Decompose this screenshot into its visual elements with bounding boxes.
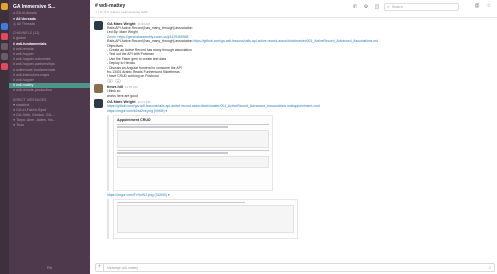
team-name[interactable]: GA Immersive S... xyxy=(9,0,90,10)
emoji-icon[interactable]: ☺ xyxy=(488,265,492,270)
search-input[interactable]: ⌕ Search xyxy=(384,3,459,11)
message-input[interactable]: + Message wdi-mattey ☺ xyxy=(95,263,495,272)
sidebar: GA Immersive S... ● GA-Irl-Amado ≡ All U… xyxy=(9,0,90,274)
text-line xyxy=(117,123,269,126)
avatar[interactable] xyxy=(94,99,103,109)
sidebar-dm-item[interactable]: ● Trulu xyxy=(9,123,90,128)
code-block xyxy=(117,204,294,233)
team-icon[interactable] xyxy=(1,63,8,70)
team-icon[interactable] xyxy=(1,33,8,40)
search-placeholder: Search xyxy=(392,5,403,9)
image-link[interactable]: https://imgur.com/FrYkrWJ.png (332KB) ▾ xyxy=(107,193,497,197)
image-attachment[interactable]: Appointment CRUD xyxy=(107,114,497,191)
team-icon[interactable] xyxy=(1,43,8,50)
notes-link[interactable]: https://github.com/ga-wdi-lessons/rails-… xyxy=(193,39,378,43)
text-line xyxy=(117,201,246,203)
team-icon[interactable] xyxy=(1,3,8,10)
image-link[interactable]: https://imgur.com/b2xa2vs.png (90KB) ▾ xyxy=(107,109,497,113)
dm-header[interactable]: DIRECT MESSAGES xyxy=(9,94,90,103)
search-icon: ⌕ xyxy=(387,4,390,9)
avatar[interactable] xyxy=(94,84,103,94)
message-placeholder: Message wdi-mattey xyxy=(107,266,139,270)
code-block xyxy=(117,129,269,148)
message-time[interactable]: 11:55 AM xyxy=(125,85,137,89)
team-icon[interactable] xyxy=(1,23,8,30)
channel-title[interactable]: # wdi-mattey xyxy=(95,3,125,9)
image-attachment[interactable] xyxy=(107,199,497,240)
details-icon[interactable]: ◫ xyxy=(374,4,380,10)
reaction[interactable]: ☺ xyxy=(107,78,113,83)
team-rail xyxy=(0,0,9,274)
text-line xyxy=(117,126,228,128)
avatar[interactable] xyxy=(94,21,103,30)
channels-header[interactable]: CHANNELS (12) xyxy=(9,27,90,36)
notes-prefix: Rails API Active Record [has_many_throug… xyxy=(107,39,193,44)
user-status[interactable]: ● GA-Irl-Amado xyxy=(9,10,90,17)
reaction[interactable]: + xyxy=(115,78,121,83)
message-line: works here are good xyxy=(107,93,138,98)
slack-window: GA Immersive S... ● GA-Irl-Amado ≡ All U… xyxy=(0,0,497,274)
star-icon[interactable]: ☆ xyxy=(486,3,492,9)
text-line xyxy=(117,152,228,154)
call-icon[interactable]: ✆ xyxy=(352,4,358,10)
settings-icon[interactable]: ⚙ xyxy=(363,4,369,10)
channel-header: # wdi-mattey ☆ | 8 | ⚲ 0 | Hoop | Learn … xyxy=(90,0,497,18)
add-file-button[interactable]: + xyxy=(96,264,104,271)
main-pane: # wdi-mattey ☆ | 8 | ⚲ 0 | Hoop | Learn … xyxy=(90,0,497,274)
message: GA Marc Wright 12:01 PM https://github.co… xyxy=(90,99,497,240)
message-list: GA Marc Wright 11:53 AM Rails API Active … xyxy=(90,19,497,261)
message: timer-hill 11:55 AM i think so works here… xyxy=(90,84,497,98)
channel-meta: ☆ | 8 | ⚲ 0 | Hoop | Learn and say hello… xyxy=(95,10,149,14)
text-line xyxy=(117,149,269,152)
code-block xyxy=(117,155,269,168)
team-icon[interactable] xyxy=(1,53,8,60)
sidebar-footer: Rh xyxy=(46,265,53,270)
mentions-icon[interactable]: @ xyxy=(474,3,480,9)
team-icon[interactable] xyxy=(1,13,8,20)
attachment-title: Appointment CRUD xyxy=(117,117,151,122)
message: GA Marc Wright 11:53 AM Rails API Active … xyxy=(90,21,497,83)
